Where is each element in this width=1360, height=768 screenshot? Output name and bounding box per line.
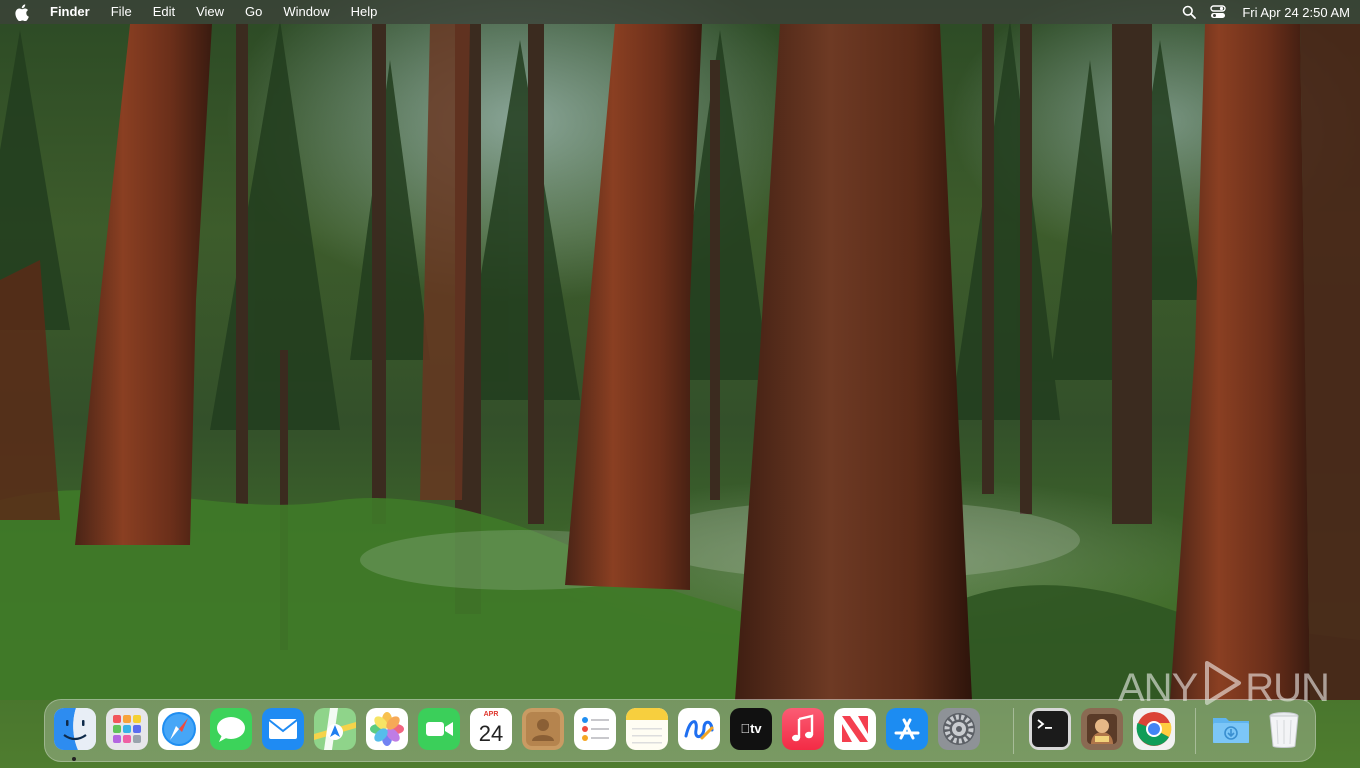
settings-gear-icon xyxy=(938,708,980,750)
app-store-icon xyxy=(886,708,928,750)
apple-logo-icon[interactable] xyxy=(14,3,30,21)
menu-go[interactable]: Go xyxy=(245,0,262,24)
menu-bar-clock[interactable]: Fri Apr 24 2:50 AM xyxy=(1242,5,1350,20)
dock-calendar[interactable]: APR 24 xyxy=(470,708,512,750)
photos-icon xyxy=(366,708,408,750)
desktop-wallpaper xyxy=(0,0,1360,768)
tv-apple-glyph:  xyxy=(740,721,750,736)
search-icon[interactable] xyxy=(1182,5,1197,19)
finder-running-indicator xyxy=(72,757,76,761)
dock-maps[interactable] xyxy=(314,708,356,750)
dock-safari[interactable] xyxy=(158,708,200,750)
control-center-icon[interactable] xyxy=(1210,5,1227,19)
image-app-icon xyxy=(1081,708,1123,750)
dock-trash[interactable] xyxy=(1263,708,1305,750)
finder-icon xyxy=(54,708,96,750)
tv-label: tv xyxy=(745,721,762,736)
dock-notes[interactable] xyxy=(626,708,668,750)
menu-edit[interactable]: Edit xyxy=(153,0,175,24)
dock-freeform[interactable] xyxy=(678,708,720,750)
menu-window[interactable]: Window xyxy=(283,0,329,24)
freeform-icon xyxy=(678,708,720,750)
trash-icon xyxy=(1269,712,1299,748)
dock-mail[interactable] xyxy=(262,708,304,750)
chrome-icon xyxy=(1133,708,1175,750)
dock-app-store[interactable] xyxy=(886,708,928,750)
menu-file[interactable]: File xyxy=(111,0,132,24)
menu-view[interactable]: View xyxy=(196,0,224,24)
reminders-icon xyxy=(574,708,616,750)
dock-image-viewer[interactable] xyxy=(1081,708,1123,750)
dock-launchpad[interactable] xyxy=(106,708,148,750)
terminal-icon xyxy=(1029,708,1071,750)
maps-icon xyxy=(314,708,356,750)
messages-icon xyxy=(210,708,252,750)
calendar-month-label: APR xyxy=(470,708,512,720)
dock-reminders[interactable] xyxy=(574,708,616,750)
dock-news[interactable] xyxy=(834,708,876,750)
menu-bar: Finder File Edit View Go Window Help Fri… xyxy=(0,0,1360,24)
dock: APR 24 tv xyxy=(44,699,1316,762)
menu-help[interactable]: Help xyxy=(351,0,378,24)
dock-downloads[interactable] xyxy=(1210,708,1252,750)
facetime-icon xyxy=(418,708,460,750)
notes-icon xyxy=(626,708,668,750)
dock-separator xyxy=(1013,708,1014,754)
launchpad-icon xyxy=(106,708,148,750)
forest-image xyxy=(0,20,1360,700)
dock-system-settings[interactable] xyxy=(938,708,980,750)
dock-tv[interactable]: tv xyxy=(730,708,772,750)
dock-separator-2 xyxy=(1195,708,1196,754)
dock-messages[interactable] xyxy=(210,708,252,750)
safari-icon xyxy=(158,708,200,750)
mail-icon xyxy=(262,708,304,750)
contacts-icon xyxy=(522,708,564,750)
downloads-folder-icon xyxy=(1213,718,1249,743)
news-icon xyxy=(834,708,876,750)
menu-app-finder[interactable]: Finder xyxy=(50,0,90,24)
dock-facetime[interactable] xyxy=(418,708,460,750)
dock-chrome[interactable] xyxy=(1133,708,1175,750)
dock-contacts[interactable] xyxy=(522,708,564,750)
dock-terminal[interactable] xyxy=(1029,708,1071,750)
dock-music[interactable] xyxy=(782,708,824,750)
calendar-day-label: 24 xyxy=(470,720,512,750)
dock-finder[interactable] xyxy=(54,708,96,750)
dock-photos[interactable] xyxy=(366,708,408,750)
tv-icon: tv xyxy=(730,708,772,750)
music-icon xyxy=(782,708,824,750)
